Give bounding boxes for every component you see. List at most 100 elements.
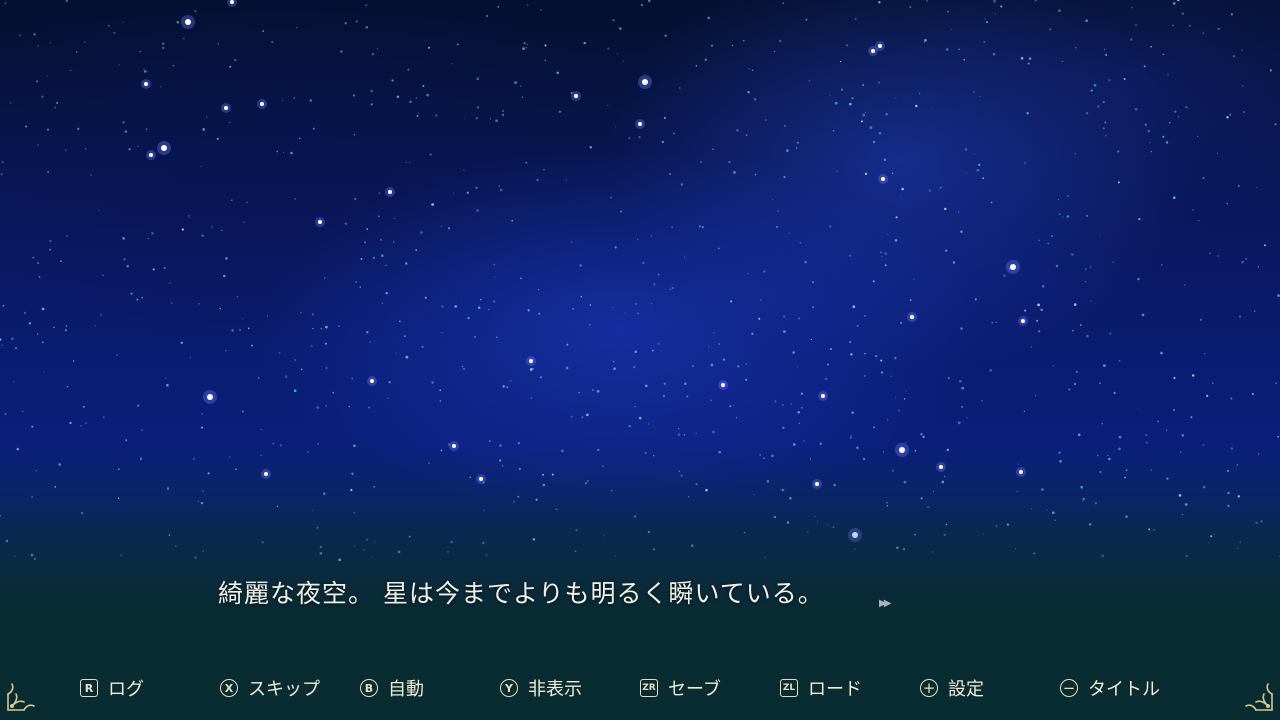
- star-dust: [307, 451, 309, 453]
- star-dust: [764, 556, 766, 559]
- star-dust: [0, 338, 2, 341]
- star-dust: [634, 515, 637, 518]
- save-button[interactable]: ZR セーブ: [640, 668, 721, 708]
- star-dust: [924, 38, 927, 42]
- star-dust: [309, 99, 312, 102]
- star: [264, 472, 268, 476]
- star-dust: [1162, 135, 1165, 138]
- star-dust: [1165, 141, 1169, 144]
- star-dust: [799, 242, 801, 244]
- star-dust: [994, 13, 996, 15]
- star-dust: [932, 491, 935, 493]
- star-dust: [872, 280, 875, 283]
- star-dust: [1241, 84, 1244, 87]
- star-dust: [736, 128, 739, 132]
- star-dust: [891, 172, 894, 175]
- star-dust: [895, 97, 897, 99]
- star-dust: [1123, 78, 1126, 80]
- star-dust: [316, 406, 319, 409]
- star-dust: [1143, 65, 1146, 68]
- star-dust: [165, 377, 167, 379]
- hide-button[interactable]: Y 非表示: [500, 668, 582, 708]
- star: [881, 177, 885, 181]
- star-dust: [745, 363, 747, 365]
- star-dust: [498, 185, 500, 187]
- settings-button[interactable]: + 設定: [920, 668, 984, 708]
- star-dust: [365, 4, 368, 7]
- star-dust: [898, 409, 901, 412]
- star-dust: [856, 446, 859, 449]
- star-dust: [526, 43, 529, 46]
- star-dust: [319, 551, 323, 555]
- star-dust: [745, 378, 748, 381]
- star-dust: [1055, 264, 1059, 268]
- star-dust: [217, 42, 220, 45]
- star-dust: [733, 404, 735, 407]
- star: [574, 94, 578, 98]
- star-dust: [920, 497, 923, 500]
- title-button[interactable]: − タイトル: [1060, 668, 1160, 708]
- star-dust: [201, 426, 204, 429]
- zl-button-icon: ZL: [780, 679, 798, 697]
- star-dust: [771, 454, 774, 458]
- star-dust: [1147, 129, 1151, 133]
- star-dust: [690, 544, 694, 547]
- star-dust: [1104, 48, 1106, 51]
- star-dust: [1210, 535, 1213, 538]
- star-dust: [603, 534, 605, 537]
- star: [452, 444, 456, 448]
- star-dust: [900, 196, 902, 198]
- star-dust: [1080, 485, 1084, 489]
- star: [260, 102, 264, 106]
- star-dust: [378, 192, 381, 194]
- star-dust: [1026, 111, 1029, 115]
- star-dust: [745, 134, 748, 137]
- star-dust: [950, 28, 952, 31]
- log-button[interactable]: R ログ: [80, 668, 144, 708]
- star-dust: [945, 48, 949, 51]
- star-dust: [647, 530, 651, 534]
- star-dust: [1157, 420, 1159, 423]
- star-dust: [35, 470, 37, 472]
- star-dust: [1105, 54, 1108, 56]
- star-dust: [764, 119, 767, 121]
- star-dust: [1241, 260, 1244, 264]
- star-dust: [161, 42, 165, 46]
- star-dust: [580, 295, 583, 298]
- star-dust: [922, 435, 925, 439]
- star-dust: [230, 199, 233, 202]
- star-dust: [368, 406, 371, 409]
- star: [1010, 264, 1016, 270]
- star-dust: [403, 335, 406, 338]
- star-dust: [16, 447, 20, 451]
- star-dust: [551, 473, 554, 476]
- star-dust: [565, 366, 569, 370]
- star-dust: [1082, 500, 1084, 502]
- star-dust: [1086, 334, 1089, 338]
- star-dust: [499, 444, 502, 447]
- star-dust: [359, 286, 361, 288]
- star-dust: [579, 264, 582, 267]
- skip-button[interactable]: X スキップ: [220, 668, 320, 708]
- auto-button[interactable]: B 自動: [360, 668, 424, 708]
- star-dust: [310, 345, 313, 348]
- star: [318, 220, 322, 224]
- star-dust: [680, 474, 683, 477]
- load-button[interactable]: ZL ロード: [780, 668, 862, 708]
- star-dust: [586, 413, 589, 417]
- star-dust: [634, 406, 636, 408]
- star-dust: [258, 377, 260, 379]
- star-dust: [927, 506, 929, 508]
- star-dust: [200, 501, 204, 505]
- star-dust: [575, 529, 578, 532]
- star-dust: [394, 217, 396, 220]
- star-dust: [1241, 49, 1243, 51]
- star-dust: [348, 405, 350, 408]
- star-dust: [370, 89, 374, 93]
- star-dust: [538, 312, 541, 315]
- star-dust: [669, 173, 672, 175]
- star-dust: [909, 6, 912, 9]
- star-dust: [239, 329, 241, 331]
- star-dust: [447, 227, 451, 230]
- star-dust: [804, 260, 807, 264]
